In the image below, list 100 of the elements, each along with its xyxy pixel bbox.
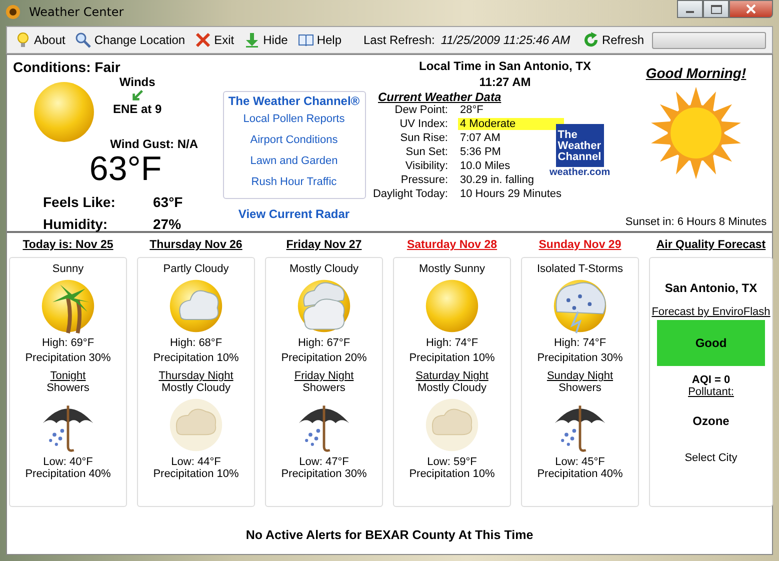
high-temp-text: High: 68°F [170, 337, 222, 349]
humidity-value: 27% [153, 216, 182, 232]
link[interactable]: Lawn and Garden [250, 155, 338, 167]
night-heading: Saturday Night [416, 370, 488, 382]
precipitation-text: Precipitation 30% [25, 352, 111, 364]
palm-sun-icon [39, 277, 97, 335]
high-temp-text: High: 74°F [426, 337, 478, 349]
condition-text: Mostly Sunny [418, 263, 486, 275]
wind-gust-text: Wind Gust: N/A [109, 137, 199, 151]
humidity-label: Humidity: [43, 216, 109, 232]
high-temp-text: High: 67°F [298, 337, 350, 349]
temperature-text: 63°F [88, 151, 163, 188]
precipitation-text: Precipitation 40% [537, 468, 623, 480]
condition-text: Isolated T-Storms [537, 263, 623, 275]
aqi-text: AQI = 0 [692, 374, 730, 386]
precipitation-text: Precipitation 10% [153, 468, 239, 480]
data-value: 28°F [459, 104, 484, 116]
wind-text: ENE at 9 [113, 102, 162, 116]
data-label: Daylight Today: [372, 188, 448, 200]
feels-like-value: 63°F [153, 194, 184, 210]
cloud-icon [295, 277, 353, 335]
data-label: UV Index: [398, 118, 448, 130]
condition-text: Mostly Cloudy [417, 382, 487, 394]
night-heading: Thursday Night [158, 370, 234, 382]
condition-text: Mostly Cloudy [289, 263, 359, 275]
local-time: 11:27 AM [479, 74, 531, 90]
toolbar-button[interactable]: Hide [242, 30, 290, 50]
day-heading: Thursday Nov 26 [150, 239, 242, 251]
low-temp-text: Low: 47°F [299, 456, 349, 468]
precipitation-text: Precipitation 40% [25, 468, 111, 480]
precipitation-text: Precipitation 10% [409, 468, 495, 480]
condition-text: Showers [302, 382, 346, 394]
pollutant-label: Pollutant: [688, 386, 734, 398]
day-heading: Saturday Nov 28 [406, 239, 498, 251]
lightbulb-icon [15, 32, 31, 48]
precipitation-text: Precipitation 30% [537, 352, 623, 364]
data-value: 4 Moderate [458, 118, 564, 130]
logo-tile: The Weather Channel [556, 124, 604, 167]
window-title: Weather Center [29, 5, 124, 19]
toolbar-button[interactable]: Change Location [73, 30, 188, 50]
pollutant-text: Ozone [692, 414, 730, 428]
last-refresh-label: Last Refresh: [364, 33, 435, 47]
section-heading: Current Weather Data [378, 90, 502, 104]
precipitation-text: Precipitation 10% [153, 352, 239, 364]
data-label: Pressure: [400, 174, 448, 186]
day-heading: Friday Nov 27 [286, 239, 362, 251]
link[interactable]: Local Pollen Reports [243, 113, 345, 125]
maximize-button[interactable] [703, 0, 729, 18]
greeting-text: Good Morning! [646, 65, 746, 81]
high-temp-text: High: 74°F [554, 337, 606, 349]
local-time-label: Local Time in San Antonio, TX [418, 58, 591, 74]
sunset-text: Sunset in: 6 Hours 8 Minutes [625, 216, 767, 228]
condition-text: Mostly Cloudy [161, 382, 231, 394]
night-heading: Sunday Night [546, 370, 614, 382]
feels-like-label: Feels Like: [43, 194, 116, 210]
data-label: Sun Set: [404, 146, 448, 158]
aqi-rating: Good [657, 320, 765, 366]
day-heading: Sunday Nov 29 [538, 239, 622, 251]
data-value: 10 Hours 29 Minutes [459, 188, 562, 200]
arrow-icon [130, 89, 144, 102]
search-icon [75, 32, 92, 48]
city-text: San Antonio, TX [664, 281, 758, 295]
low-temp-text: Low: 59°F [427, 456, 477, 468]
cloud-icon [167, 396, 225, 454]
data-value: 30.29 in. falling [459, 174, 535, 186]
winds-label: Winds [119, 75, 156, 89]
link[interactable]: Rush Hour Traffic [251, 176, 337, 188]
sun-cloud-icon [167, 277, 225, 335]
close-icon [195, 32, 212, 48]
night-heading: Tonight [50, 370, 86, 382]
conditions-text: Conditions: Fair [13, 59, 122, 75]
down-arrow-icon [244, 32, 260, 48]
last-refresh-time: 11/25/2009 11:25:46 AM [440, 33, 570, 47]
close-button[interactable] [729, 0, 773, 18]
refresh-icon [582, 32, 599, 48]
links-title: The Weather Channel® [228, 94, 360, 108]
low-temp-text: Low: 45°F [555, 456, 605, 468]
precipitation-text: Precipitation 30% [281, 468, 367, 480]
toolbar-button[interactable]: Exit [193, 30, 236, 50]
radar-link[interactable]: View Current Radar [238, 207, 350, 221]
toolbar-button[interactable]: Help [296, 30, 344, 50]
air-quality-heading: Air Quality Forecast [656, 239, 766, 251]
condition-text: Sunny [52, 263, 84, 275]
data-label: Dew Point: [394, 104, 448, 116]
low-temp-text: Low: 44°F [171, 456, 221, 468]
day-heading: Today is: Nov 25 [22, 239, 114, 251]
condition-text: Partly Cloudy [163, 263, 229, 275]
cloud-icon [423, 396, 481, 454]
toolbar-button[interactable]: About [13, 30, 68, 50]
night-heading: Friday Night [294, 370, 354, 382]
close-icon [746, 4, 756, 14]
select-city-link[interactable]: Select City [684, 452, 738, 464]
link[interactable]: Airport Conditions [250, 134, 338, 146]
condition-text: Showers [46, 382, 90, 394]
condition-text: Showers [558, 382, 602, 394]
precipitation-text: Precipitation 20% [281, 352, 367, 364]
logo-site-text: weather.com [550, 167, 610, 178]
minimize-button[interactable] [677, 0, 703, 18]
enviroflash-link[interactable]: Forecast by EnviroFlash [652, 306, 770, 318]
refresh-button[interactable]: Refresh [580, 30, 646, 50]
